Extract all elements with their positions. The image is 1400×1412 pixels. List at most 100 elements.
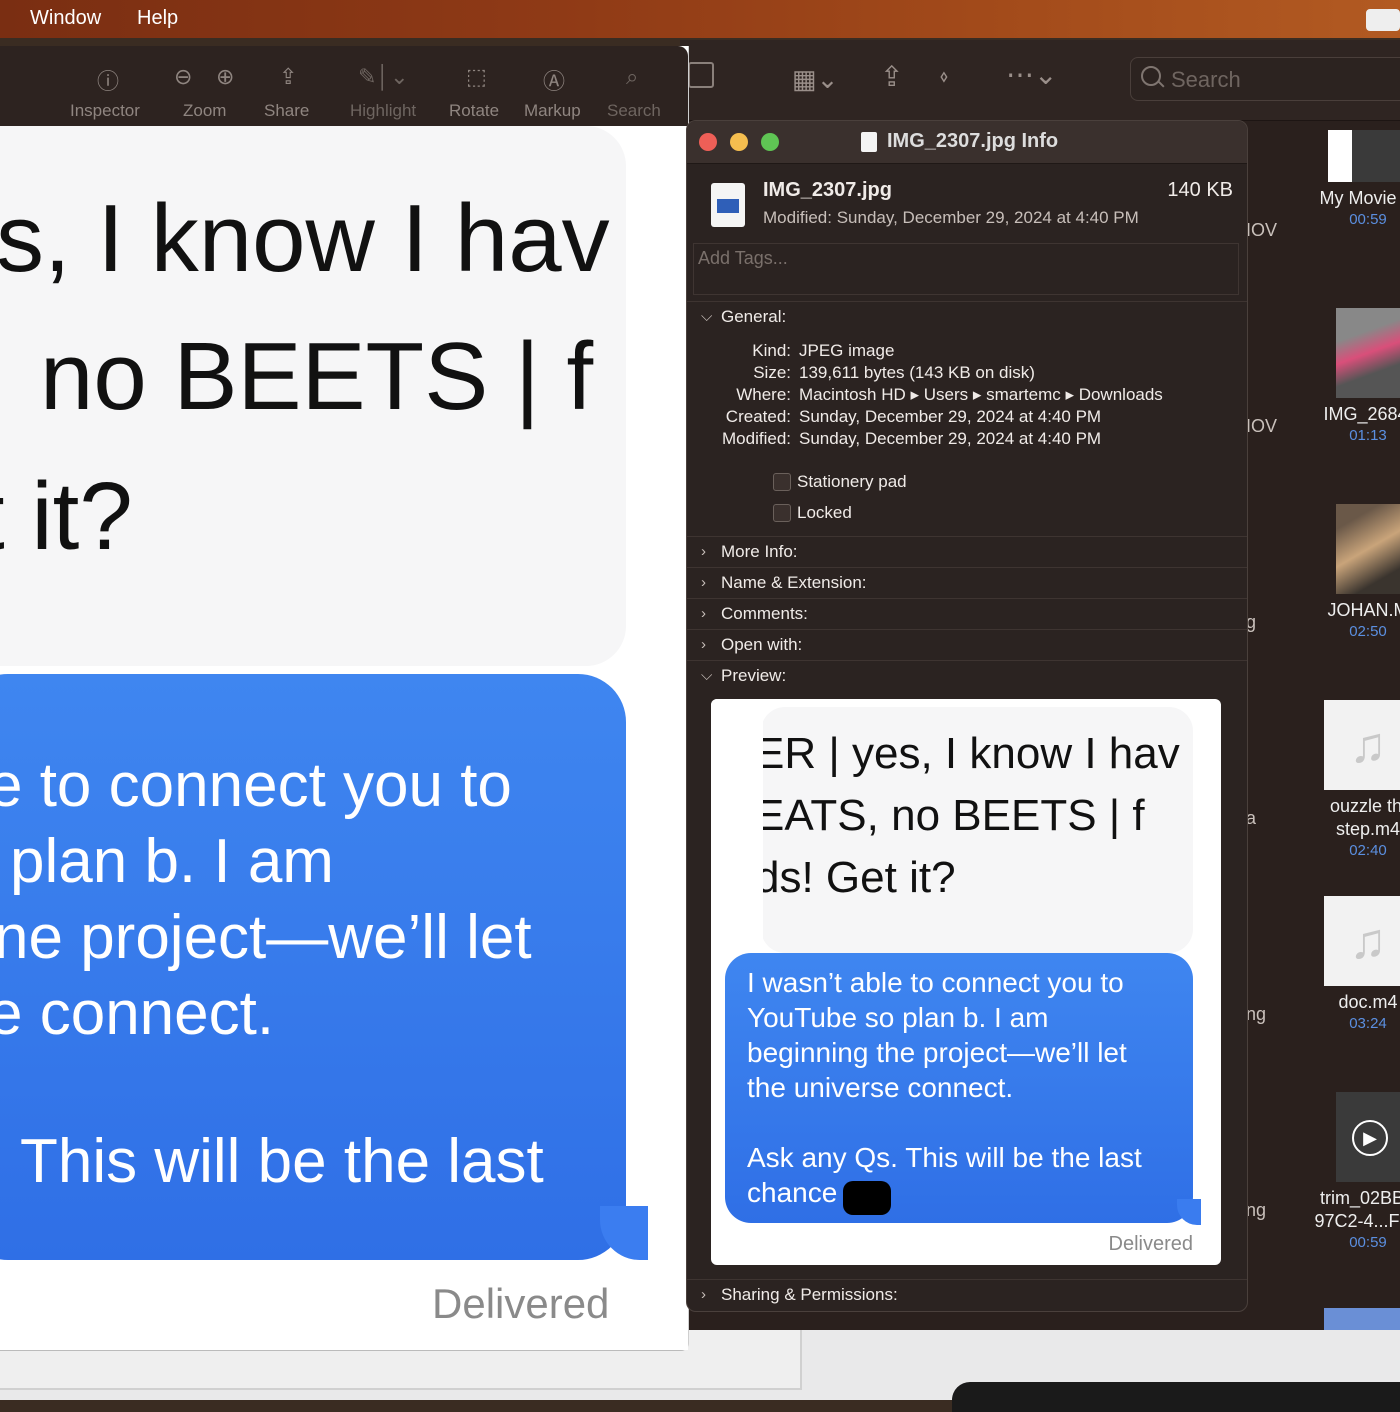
file-name: My Movie 7.	[1319, 188, 1400, 208]
section-label: Sharing & Permissions:	[721, 1285, 898, 1304]
minimize-button[interactable]	[730, 133, 748, 151]
file-item[interactable]: ♫ ouzzle thi step.m4 02:40	[1288, 700, 1400, 859]
file-name: ouzzle thi	[1329, 796, 1400, 816]
zoom-in-icon[interactable]: ⊕	[216, 64, 234, 90]
zoom-out-icon[interactable]: ⊖	[174, 64, 192, 90]
message-text: chance	[747, 1177, 838, 1208]
file-name: doc.m4	[1338, 992, 1398, 1012]
where-value: Macintosh HD ▸ Users ▸ smartemc ▸ Downlo…	[799, 385, 1163, 404]
file-duration: 02:50	[1349, 623, 1387, 640]
tags-field[interactable]: Add Tags...	[693, 243, 1239, 295]
inspector-button[interactable]: Inspector	[70, 101, 140, 121]
tags-placeholder: Add Tags...	[698, 248, 788, 268]
share-icon[interactable]: ⇪	[880, 60, 903, 93]
more-actions-icon[interactable]: ⋯⌄	[1006, 58, 1057, 91]
stationery-pad-checkbox[interactable]	[773, 473, 791, 491]
kind-key-text: Kind:	[752, 341, 791, 360]
where-key-text: Where:	[736, 385, 791, 404]
chevron-down-icon: ⌵	[701, 667, 713, 684]
bubble-tail	[1177, 1199, 1201, 1225]
rotate-icon[interactable]: ⬚	[466, 64, 487, 90]
chevron-right-icon: ›	[701, 1286, 706, 1303]
highlight-button[interactable]: Highlight	[350, 101, 416, 121]
finder-search-field[interactable]: Search	[1130, 57, 1400, 101]
search-button[interactable]: Search	[607, 101, 661, 121]
section-sharing-permissions[interactable]: › Sharing & Permissions:	[687, 1279, 1247, 1310]
section-name-extension[interactable]: › Name & Extension:	[687, 567, 1247, 598]
file-duration: 00:59	[1349, 211, 1387, 228]
music-note-icon: ♫	[1324, 896, 1400, 986]
get-info-window: IMG_2307.jpg Info IMG_2307.jpg 140 KB Mo…	[686, 120, 1248, 1312]
rotate-button[interactable]: Rotate	[449, 101, 499, 121]
zoom-window-button[interactable]	[761, 133, 779, 151]
highlight-icon[interactable]: ✎│⌄	[358, 64, 409, 90]
zoom-button[interactable]: Zoom	[183, 101, 226, 121]
message-text: This will be the last	[20, 1127, 544, 1196]
size-key-text: Size:	[753, 363, 791, 382]
jpg-file-icon	[711, 183, 745, 227]
message-text: EATS, no BEETS | f	[755, 791, 1145, 840]
search-placeholder: Search	[1171, 67, 1241, 92]
chevron-right-icon: ›	[701, 636, 706, 653]
modified-key-text: Modified:	[722, 429, 791, 448]
size-value: 139,611 bytes (143 KB on disk)	[799, 363, 1035, 382]
markup-icon[interactable]: Ⓐ	[543, 64, 565, 96]
info-titlebar: IMG_2307.jpg Info	[687, 121, 1247, 164]
file-name: IMG_2684.	[1323, 404, 1400, 424]
file-name-line2: step.m4	[1335, 819, 1400, 839]
file-item[interactable]: ▶ trim_02BBE 97C2-4...FE7 00:59	[1288, 1092, 1400, 1251]
redaction-mark	[843, 1181, 891, 1215]
delivered-label: Delivered	[432, 1280, 610, 1327]
message-text: YouTube so plan b. I am	[747, 1002, 1049, 1033]
section-preview[interactable]: ⌵ Preview:	[687, 660, 1247, 691]
section-general[interactable]: ⌵ General:	[687, 301, 1247, 332]
message-text: t it?	[0, 463, 133, 570]
kind-value: JPEG image	[799, 341, 895, 360]
search-icon	[1141, 66, 1161, 86]
file-thumbnail-partial	[1324, 1308, 1400, 1330]
dock-edge	[952, 1382, 1400, 1412]
file-name: JOHAN.M	[1327, 600, 1400, 620]
message-text: no BEETS | f	[40, 323, 594, 430]
message-text: ER | yes, I know I hav	[755, 729, 1180, 778]
locked-checkbox[interactable]	[773, 504, 791, 522]
message-text: s, I know I hav	[0, 185, 610, 292]
share-button[interactable]: Share	[264, 101, 309, 121]
video-thumbnail: ▶	[1336, 1092, 1400, 1182]
menu-help[interactable]: Help	[137, 7, 178, 30]
file-name: trim_02BBE	[1319, 1188, 1400, 1208]
locked-label: Locked	[797, 503, 852, 522]
message-text: the universe connect.	[747, 1072, 1014, 1103]
file-item[interactable]: My Movie 7. 00:59	[1288, 130, 1400, 228]
delivered-label: Delivered	[1108, 1233, 1193, 1255]
section-comments[interactable]: › Comments:	[687, 598, 1247, 629]
chevron-right-icon: ›	[701, 605, 706, 622]
close-button[interactable]	[699, 133, 717, 151]
window-title: IMG_2307.jpg Info	[887, 130, 1059, 152]
preview-thumbnail: ER | yes, I know I hav EATS, no BEETS | …	[711, 699, 1221, 1265]
created-value: Sunday, December 29, 2024 at 4:40 PM	[799, 407, 1102, 426]
battery-icon[interactable]	[1366, 9, 1400, 31]
play-icon[interactable]: ▶	[1352, 1120, 1388, 1156]
file-item[interactable]: IMG_2684. 01:13	[1288, 308, 1400, 444]
message-text: I wasn’t able to connect you to	[747, 967, 1124, 998]
info-icon[interactable]: ⓘ	[97, 64, 119, 96]
section-open-with[interactable]: › Open with:	[687, 629, 1247, 660]
section-label: Comments:	[721, 604, 808, 623]
file-item[interactable]: JOHAN.M 02:50	[1288, 504, 1400, 640]
tag-icon[interactable]: ⬫	[940, 60, 948, 93]
video-thumbnail	[1336, 504, 1400, 594]
message-text: ds! Get it?	[755, 853, 956, 902]
section-more-info[interactable]: › More Info:	[687, 536, 1247, 567]
message-text: Ask any Qs. This will be the last	[747, 1142, 1142, 1173]
sidebar-toggle-icon[interactable]	[688, 62, 714, 88]
share-icon[interactable]: ⇪	[279, 64, 297, 90]
menu-window[interactable]: Window	[30, 7, 101, 30]
search-icon[interactable]: ⌕	[626, 64, 638, 90]
markup-button[interactable]: Markup	[524, 101, 581, 121]
file-item[interactable]: ♫ doc.m4 03:24	[1288, 896, 1400, 1032]
chevron-down-icon: ⌵	[701, 308, 713, 325]
view-grid-icon[interactable]: ▦⌄	[792, 64, 838, 95]
music-note-icon: ♫	[1324, 700, 1400, 790]
edge-label: IOV	[1246, 416, 1278, 436]
